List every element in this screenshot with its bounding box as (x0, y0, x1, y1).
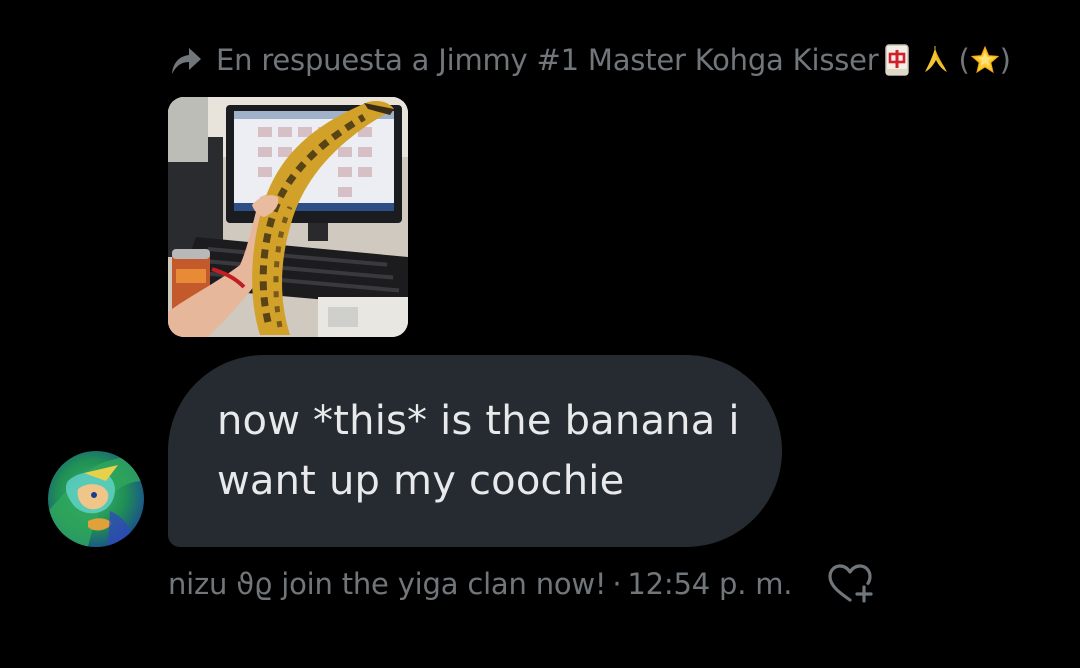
photo-attachment[interactable] (168, 97, 408, 337)
reply-reference[interactable]: En respuesta a Jimmy #1 Master Kohga Kis… (168, 36, 1011, 84)
reply-text: En respuesta a Jimmy #1 Master Kohga Kis… (216, 43, 879, 77)
reply-paren-close: ) (999, 43, 1011, 77)
message-meta: nizu ϑϱ join the yiga clan now! · 12:54 … (168, 562, 792, 606)
dm-conversation: En respuesta a Jimmy #1 Master Kohga Kis… (0, 0, 1080, 668)
sender-name[interactable]: nizu ϑϱ join the yiga clan now! (168, 567, 607, 601)
heart-plus-icon[interactable] (826, 563, 876, 605)
message-time: 12:54 p. m. (627, 567, 793, 601)
avatar[interactable] (48, 451, 144, 547)
message-bubble[interactable]: now *this* is the banana i want up my co… (168, 355, 782, 547)
message-line-1: now *this* is the banana i (217, 398, 740, 444)
reply-paren-open: ( (958, 43, 970, 77)
banana-icon (924, 46, 947, 72)
message-line-2: want up my coochie (217, 458, 625, 504)
mahjong-tile-icon (884, 44, 909, 76)
avatar-image (48, 451, 144, 547)
photo-image (168, 97, 408, 337)
reply-arrow-icon (172, 48, 201, 74)
meta-separator: · (612, 567, 622, 601)
glowing-star-icon (970, 45, 999, 74)
